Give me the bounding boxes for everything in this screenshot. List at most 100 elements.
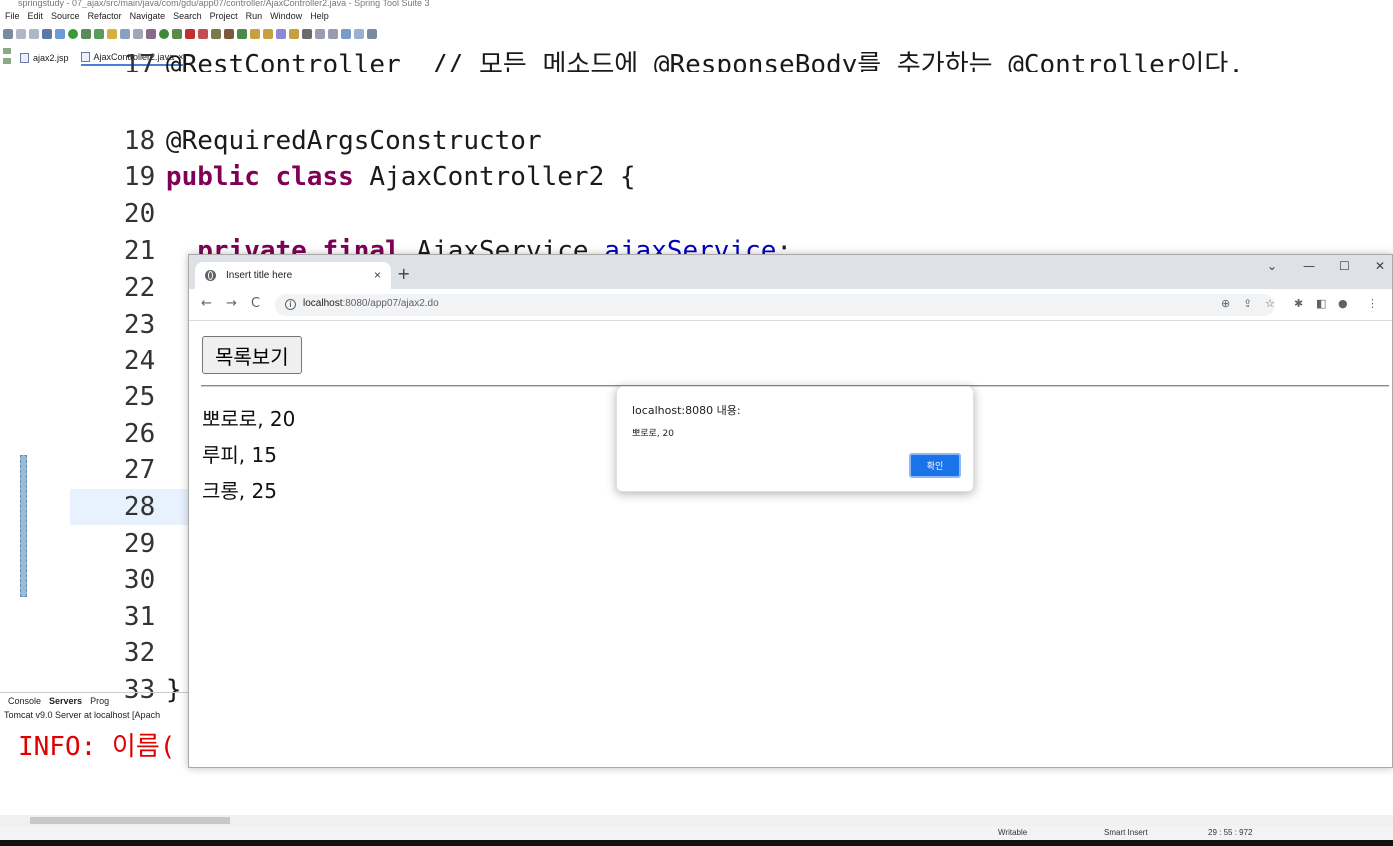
tab-close-icon[interactable]: × (374, 268, 381, 282)
back-button[interactable]: ← (201, 296, 212, 311)
globe-icon (205, 270, 216, 281)
new-class-icon[interactable] (237, 29, 247, 39)
bookmark-star-icon[interactable]: ☆ (1265, 297, 1275, 310)
ide-menubar: File Edit Source Refactor Navigate Searc… (0, 10, 329, 23)
terminal-icon[interactable] (42, 29, 52, 39)
menu-file[interactable]: File (5, 10, 20, 23)
open-task-icon[interactable] (263, 29, 273, 39)
forward-button[interactable]: → (226, 296, 237, 311)
code-keyword: public class (165, 162, 354, 192)
side-panel-icon[interactable]: ◧ (1316, 297, 1326, 310)
browser-tab-title: Insert title here (226, 270, 293, 281)
refresh-icon[interactable] (81, 29, 91, 39)
horizontal-scrollbar[interactable] (0, 815, 1393, 826)
url-text: localhost:8080/app07/ajax2.do (303, 298, 439, 309)
taskbar-edge (0, 840, 1393, 846)
list-view-button[interactable]: 목록보기 (202, 336, 302, 374)
menu-project[interactable]: Project (210, 10, 238, 23)
spring-icon[interactable] (94, 29, 104, 39)
console-server-label: Tomcat v9.0 Server at localhost [Apach (4, 710, 161, 720)
result-item: 크롱, 25 (202, 479, 277, 503)
browser-window: Insert title here × + ⌄ — ☐ ✕ ← → C i lo… (188, 254, 1393, 768)
change-marker (20, 455, 27, 597)
code-text: AjaxController2 { (353, 162, 636, 192)
toggle-whitespace-icon[interactable] (133, 29, 143, 39)
tab-servers[interactable]: Servers (49, 696, 82, 706)
menu-navigate[interactable]: Navigate (130, 10, 166, 23)
code-line: 18 @RequiredArgsConstructor (30, 87, 542, 156)
code-line: 32 (30, 599, 166, 668)
address-bar-row: ← → C i localhost:8080/app07/ajax2.do ⊕ … (189, 289, 1392, 321)
coverage-icon[interactable] (172, 29, 182, 39)
menu-help[interactable]: Help (310, 10, 329, 23)
pin-editor-icon[interactable] (367, 29, 377, 39)
run-icon[interactable] (159, 29, 169, 39)
menu-source[interactable]: Source (51, 10, 80, 23)
scrollbar-thumb[interactable] (30, 817, 230, 824)
prev-annotation-icon[interactable] (328, 29, 338, 39)
alert-dialog: localhost:8080 내용: 뽀로로, 20 확인 (616, 386, 974, 492)
result-list: 뽀로로, 20 루피, 15 크롱, 25 (202, 404, 295, 512)
console-tab-bar: Console Servers Prog (0, 692, 190, 709)
new-server-icon[interactable] (211, 29, 221, 39)
skip-breakpoints-icon[interactable] (55, 29, 65, 39)
menu-kebab-icon[interactable]: ⋮ (1367, 297, 1378, 310)
toggle-block-icon[interactable] (120, 29, 130, 39)
share-icon[interactable]: ⇪ (1243, 297, 1252, 310)
tab-progress[interactable]: Prog (90, 696, 109, 706)
open-folder-icon[interactable] (289, 29, 299, 39)
tab-console[interactable]: Console (8, 696, 41, 706)
menu-run[interactable]: Run (246, 10, 263, 23)
status-insert-mode: Smart Insert (1104, 828, 1148, 837)
new-package-icon[interactable] (224, 29, 234, 39)
url-input[interactable]: i localhost:8080/app07/ajax2.do (275, 294, 1275, 316)
reload-button[interactable]: C (251, 296, 260, 311)
search-icon[interactable] (276, 29, 286, 39)
next-annotation-icon[interactable] (315, 29, 325, 39)
profile-avatar-icon[interactable]: ● (1338, 297, 1348, 310)
browser-tab-strip: Insert title here × + ⌄ — ☐ ✕ (189, 255, 1392, 289)
alert-ok-button[interactable]: 확인 (909, 453, 961, 478)
save-icon[interactable] (16, 29, 26, 39)
result-item: 루피, 15 (202, 443, 277, 467)
browser-tab[interactable]: Insert title here × (195, 262, 391, 289)
forward-icon[interactable] (354, 29, 364, 39)
line-number: 17 (123, 50, 156, 72)
outline-icon[interactable] (3, 58, 11, 64)
menu-edit[interactable]: Edit (28, 10, 44, 23)
zoom-icon[interactable]: ⊕ (1221, 297, 1230, 310)
code-line: 33} (30, 636, 182, 705)
code-line: 17 @RestController // 모든 메소드에 @ResponseBo… (30, 50, 1244, 72)
save-all-icon[interactable] (29, 29, 39, 39)
menu-window[interactable]: Window (270, 10, 302, 23)
ide-status-bar: Writable Smart Insert 29 : 55 : 972 (0, 826, 1393, 840)
alert-message: 뽀로로, 20 (632, 429, 675, 439)
menu-search[interactable]: Search (173, 10, 202, 23)
close-window-button[interactable]: ✕ (1375, 259, 1385, 273)
extensions-icon[interactable]: ✱ (1294, 297, 1303, 310)
new-file-icon[interactable] (3, 29, 13, 39)
minimize-button[interactable]: — (1303, 259, 1315, 273)
annotation-icon[interactable] (302, 29, 312, 39)
external-tools-icon[interactable] (198, 29, 208, 39)
status-writable: Writable (998, 828, 1028, 837)
code-text: @RestController // 모든 메소드에 @ResponseBody… (165, 50, 1244, 72)
collapse-icon[interactable] (3, 48, 11, 54)
back-icon[interactable] (341, 29, 351, 39)
status-cursor-position: 29 : 55 : 972 (1208, 828, 1253, 837)
spring-boot-icon[interactable] (68, 29, 78, 39)
mark-occurrences-icon[interactable] (107, 29, 117, 39)
maximize-button[interactable]: ☐ (1339, 259, 1350, 273)
new-tab-button[interactable]: + (397, 264, 410, 283)
code-line: 26 } (30, 380, 213, 449)
code-line: 19 public class AjaxController2 { (30, 123, 636, 192)
stop-icon[interactable] (185, 29, 195, 39)
open-type-icon[interactable] (250, 29, 260, 39)
debug-icon[interactable] (146, 29, 156, 39)
site-info-icon[interactable]: i (285, 299, 296, 310)
tab-search-icon[interactable]: ⌄ (1267, 259, 1277, 273)
result-item: 뽀로로, 20 (202, 407, 296, 431)
ide-toolbar (0, 26, 1393, 42)
menu-refactor[interactable]: Refactor (88, 10, 122, 23)
jsp-file-icon (20, 53, 29, 63)
